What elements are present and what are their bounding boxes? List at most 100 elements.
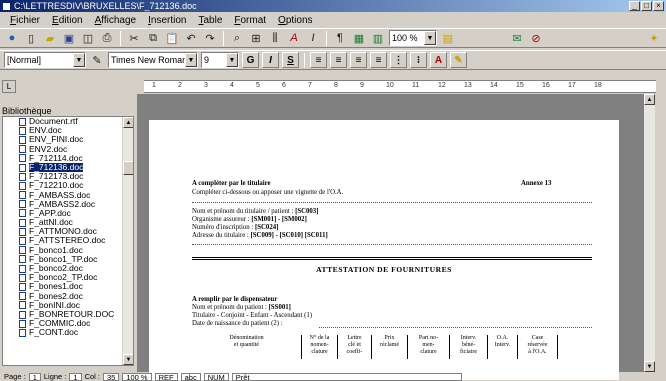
insurer-label: Organisme assureur : bbox=[192, 216, 252, 223]
redo-icon[interactable]: ↷ bbox=[202, 30, 218, 46]
justify-button[interactable]: ≡ bbox=[370, 52, 387, 68]
document-icon bbox=[19, 328, 26, 337]
chart-icon[interactable]: ▥ bbox=[370, 30, 386, 46]
italic-button[interactable]: I bbox=[262, 52, 279, 68]
registration-line: Numéro d'inscription : [SC024] bbox=[192, 224, 278, 231]
holder-name-field: [SC003] bbox=[295, 208, 319, 215]
underline-button[interactable]: S bbox=[282, 52, 299, 68]
separator bbox=[223, 30, 224, 46]
copy-icon[interactable]: ⧉ bbox=[145, 30, 161, 46]
patient-field: [SS001] bbox=[268, 304, 291, 311]
document-icon bbox=[19, 209, 26, 218]
mail-icon[interactable]: ✉ bbox=[509, 30, 525, 46]
address-label: Adresse du titulaire : bbox=[192, 232, 251, 239]
ref-indicator: REF bbox=[154, 372, 178, 381]
scroll-up-icon[interactable]: ▲ bbox=[123, 117, 133, 128]
spreadsheet-icon[interactable]: ▦ bbox=[351, 30, 367, 46]
library-scrollbar[interactable]: ▲ ▼ bbox=[122, 117, 133, 365]
num-lock-indicator: NUM bbox=[203, 372, 229, 381]
registration-label: Numéro d'inscription : bbox=[192, 224, 255, 231]
horizontal-ruler[interactable]: 1 2 3 4 5 6 7 8 9 10 11 12 13 14 15 16 17 18 bbox=[144, 80, 656, 93]
globe-icon[interactable]: ● bbox=[4, 30, 20, 46]
library-file-item[interactable]: Document.rtf bbox=[3, 117, 133, 126]
image-icon[interactable]: ▤ bbox=[440, 30, 456, 46]
cut-icon[interactable]: ✂ bbox=[126, 30, 142, 46]
window-controls: _ □ × bbox=[629, 1, 664, 11]
style-select[interactable]: [Normal] ▼ bbox=[4, 52, 86, 68]
font-icon[interactable]: A bbox=[286, 30, 302, 46]
align-left-button[interactable]: ≡ bbox=[310, 52, 327, 68]
assistant-icon[interactable]: ✦ bbox=[646, 30, 662, 46]
italic-style-icon[interactable]: I bbox=[305, 30, 321, 46]
menu-edition[interactable]: Edition bbox=[46, 15, 89, 26]
scroll-down-icon[interactable]: ▼ bbox=[123, 354, 133, 365]
chevron-down-icon[interactable]: ▼ bbox=[185, 53, 197, 67]
zoom-select[interactable]: 100 % ▼ bbox=[389, 30, 437, 46]
document-area[interactable]: A compléter par le titulaire Annexe 13 C… bbox=[137, 94, 655, 380]
open-folder-icon[interactable]: ▰ bbox=[42, 30, 58, 46]
print-preview-icon[interactable]: ◫ bbox=[80, 30, 96, 46]
scroll-thumb[interactable] bbox=[123, 161, 133, 175]
scroll-up-icon[interactable]: ▲ bbox=[644, 94, 655, 105]
menu-options[interactable]: Options bbox=[272, 15, 318, 26]
menu-bar: Fichier Edition Affichage Insertion Tabl… bbox=[0, 13, 666, 27]
new-document-icon[interactable]: ▯ bbox=[23, 30, 39, 46]
minimize-button[interactable]: _ bbox=[629, 1, 640, 11]
tab-stop-selector[interactable]: L bbox=[2, 80, 16, 93]
app-icon bbox=[2, 1, 11, 11]
align-center-button[interactable]: ≡ bbox=[330, 52, 347, 68]
ruler-tick: 12 bbox=[438, 82, 446, 89]
document-icon bbox=[19, 227, 26, 236]
pilcrow-icon[interactable]: ¶ bbox=[332, 30, 348, 46]
document-icon bbox=[19, 135, 26, 144]
library-file-item[interactable]: F_CONT.doc bbox=[3, 328, 133, 337]
columns-icon[interactable]: ⫼ bbox=[267, 30, 283, 46]
registration-field: [SC024] bbox=[254, 224, 279, 231]
ruler-tick: 11 bbox=[412, 82, 420, 89]
print-icon[interactable]: ⎙ bbox=[99, 30, 115, 46]
close-button[interactable]: × bbox=[653, 1, 664, 11]
document-icon bbox=[19, 292, 26, 301]
menu-fichier[interactable]: Fichier bbox=[4, 15, 46, 26]
library-file-item[interactable]: ENV_FINI.doc bbox=[3, 135, 133, 144]
menu-table[interactable]: Table bbox=[192, 15, 228, 26]
table-column-header: N° de la nomen- clature bbox=[302, 335, 338, 359]
document-icon bbox=[19, 163, 26, 172]
menu-affichage[interactable]: Affichage bbox=[89, 15, 143, 26]
ruler-tick: 5 bbox=[256, 82, 260, 89]
bullet-list-button[interactable]: ⁝ bbox=[410, 52, 427, 68]
find-icon[interactable]: ⌕ bbox=[229, 30, 245, 46]
document-page[interactable]: A compléter par le titulaire Annexe 13 C… bbox=[149, 120, 619, 380]
paste-icon[interactable]: 📋 bbox=[164, 30, 180, 46]
undo-icon[interactable]: ↶ bbox=[183, 30, 199, 46]
table-column-header: Lettre clé et coeffi- bbox=[338, 335, 372, 359]
help-icon[interactable]: ⊘ bbox=[528, 30, 544, 46]
insert-table-icon[interactable]: ⊞ bbox=[248, 30, 264, 46]
birth-date-line: Date de naissance du patient (2) : bbox=[192, 320, 283, 327]
font-size-select[interactable]: 9 ▼ bbox=[201, 52, 239, 68]
style-picker-icon[interactable]: ✎ bbox=[89, 52, 105, 68]
bold-button[interactable]: G bbox=[242, 52, 259, 68]
chevron-down-icon[interactable]: ▼ bbox=[73, 53, 85, 67]
numbered-list-button[interactable]: ⋮ bbox=[390, 52, 407, 68]
align-right-button[interactable]: ≡ bbox=[350, 52, 367, 68]
highlight-button[interactable]: ✎ bbox=[450, 52, 467, 68]
font-select[interactable]: Times New Roman ▼ bbox=[108, 52, 198, 68]
separator bbox=[304, 52, 305, 68]
maximize-button[interactable]: □ bbox=[641, 1, 652, 11]
status-bar: Page : 1 Ligne : 1 Col : 35 100 % REF ab… bbox=[0, 372, 666, 381]
ruler-row: L 1 2 3 4 5 6 7 8 9 10 11 12 13 14 15 16 17 18 bbox=[0, 80, 666, 93]
save-icon[interactable]: ▣ bbox=[61, 30, 77, 46]
menu-format[interactable]: Format bbox=[228, 15, 272, 26]
text-color-button[interactable]: A bbox=[430, 52, 447, 68]
font-value: Times New Roman bbox=[111, 55, 188, 65]
menu-insertion[interactable]: Insertion bbox=[142, 15, 192, 26]
chevron-down-icon[interactable]: ▼ bbox=[424, 31, 436, 45]
library-title: Bibliothèque bbox=[2, 106, 52, 116]
scroll-down-icon[interactable]: ▼ bbox=[644, 361, 655, 372]
chevron-down-icon[interactable]: ▼ bbox=[226, 53, 238, 67]
separator bbox=[120, 30, 121, 46]
document-scrollbar[interactable]: ▲ ▼ bbox=[644, 94, 655, 372]
address-field: [SC009] - [SC010] [SC011] bbox=[250, 232, 328, 239]
ruler-tick: 7 bbox=[308, 82, 312, 89]
